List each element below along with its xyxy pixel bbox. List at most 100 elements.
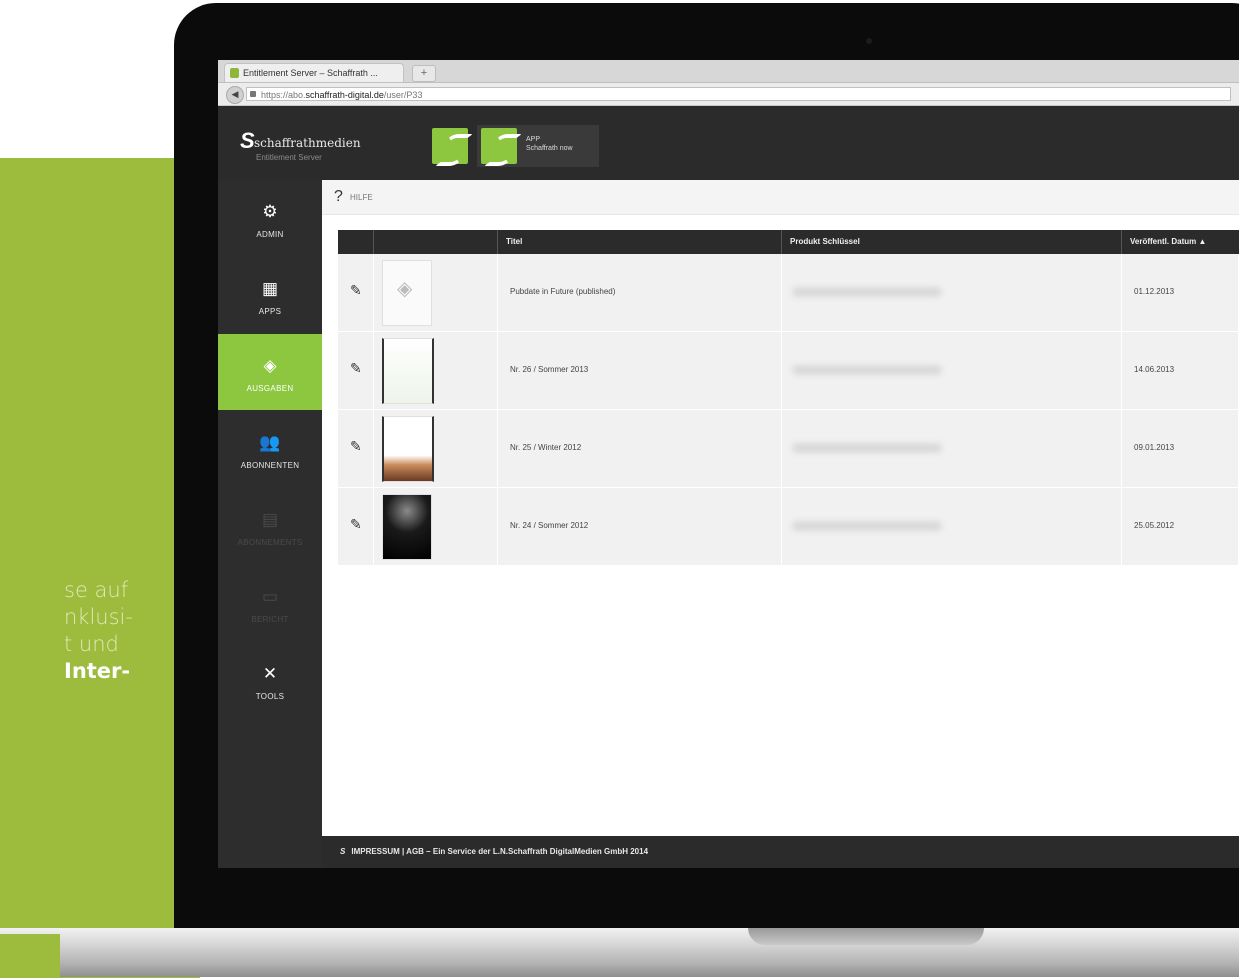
grid-icon: ▦ xyxy=(261,279,279,298)
app-icon[interactable] xyxy=(432,128,468,164)
column-header-title[interactable]: Titel xyxy=(498,230,782,254)
help-link[interactable]: HILFE xyxy=(350,193,373,202)
sidebar-item-label: TOOLS xyxy=(255,692,285,701)
sidebar-item-apps[interactable]: ▦ APPS xyxy=(218,257,322,333)
cover-thumbnail xyxy=(382,494,432,560)
report-icon: ▭ xyxy=(261,587,279,606)
promo-line-1: se auf xyxy=(64,578,129,602)
promo-line-3: t und xyxy=(64,632,119,656)
help-bar: ? HILFE xyxy=(322,180,1239,215)
date-cell: 25.05.2012 xyxy=(1122,488,1239,565)
product-key-redacted xyxy=(792,521,942,531)
back-button[interactable]: ◀ xyxy=(226,86,244,104)
logo-icon: S xyxy=(240,128,255,153)
sidebar-item-tools[interactable]: ✕ TOOLS xyxy=(218,642,322,718)
product-key-cell xyxy=(782,410,1122,487)
product-key-cell xyxy=(782,254,1122,331)
url-path: /user/P33 xyxy=(383,90,423,100)
logo-subtitle: Entitlement Server xyxy=(256,153,322,162)
promo-line-4: Inter- xyxy=(64,659,131,683)
date-cell: 01.12.2013 xyxy=(1122,254,1239,331)
table-row[interactable]: ✎ Nr. 26 / Sommer 2013 14.06.2013 xyxy=(338,332,1239,410)
footer-links[interactable]: IMPRESSUM | AGB – Ein Service der L.N.Sc… xyxy=(351,847,648,856)
issue-date: 25.05.2012 xyxy=(1134,521,1175,530)
title-cell: Nr. 24 / Sommer 2012 xyxy=(498,488,782,565)
issue-date: 01.12.2013 xyxy=(1134,287,1175,296)
product-key-redacted xyxy=(792,365,942,375)
address-input[interactable]: https://abo.schaffrath-digital.de/user/P… xyxy=(246,87,1231,101)
issue-title: Pubdate in Future (published) xyxy=(510,287,616,296)
browser-urlbar: ◀ https://abo.schaffrath-digital.de/user… xyxy=(218,83,1239,106)
sidebar-item-label: BERICHT xyxy=(251,615,289,624)
column-header-edit xyxy=(338,230,374,254)
edit-cell: ✎ xyxy=(338,254,374,331)
webcam xyxy=(866,38,872,44)
cover-cell xyxy=(374,488,498,565)
issue-date: 14.06.2013 xyxy=(1134,365,1175,374)
product-key-redacted xyxy=(792,287,942,297)
tab-title: Entitlement Server – Schaffrath ... xyxy=(243,68,378,78)
table-row[interactable]: ✎ ◈ Pubdate in Future (published) 01.12.… xyxy=(338,254,1239,332)
browser-tab[interactable]: Entitlement Server – Schaffrath ... xyxy=(224,63,404,82)
laptop-screen: Entitlement Server – Schaffrath ... + ◀ … xyxy=(218,60,1239,868)
pencil-icon[interactable]: ✎ xyxy=(350,282,362,299)
cover-placeholder: ◈ xyxy=(382,260,432,326)
new-tab-button[interactable]: + xyxy=(412,65,436,82)
url-host: schaffrath-digital.de xyxy=(305,90,384,100)
gear-icon: ⚙ xyxy=(262,202,278,221)
sidebar-item-label: AUSGABEN xyxy=(246,384,294,393)
lock-icon xyxy=(250,91,256,97)
promo-panel-bottom xyxy=(0,934,60,977)
title-cell: Pubdate in Future (published) xyxy=(498,254,782,331)
product-key-cell xyxy=(782,488,1122,565)
title-cell: Nr. 25 / Winter 2012 xyxy=(498,410,782,487)
laptop-base xyxy=(0,928,1239,977)
sidebar-item-abonnenten[interactable]: 👥 ABONNENTEN xyxy=(218,411,322,487)
app-label: APP Schaffrath now xyxy=(526,135,573,153)
footer-text: S IMPRESSUM | AGB – Ein Service der L.N.S… xyxy=(340,847,648,856)
product-key-cell xyxy=(782,332,1122,409)
layers-icon: ◈ xyxy=(263,356,277,375)
sidebar-item-label: ABONNENTEN xyxy=(240,461,300,470)
column-header-cover xyxy=(374,230,498,254)
cover-cell xyxy=(374,332,498,409)
pencil-icon[interactable]: ✎ xyxy=(350,516,362,533)
pencil-icon[interactable]: ✎ xyxy=(350,438,362,455)
help-icon[interactable]: ? xyxy=(334,188,343,206)
app-label-line-2: Schaffrath now xyxy=(526,145,573,152)
url-prefix: https://abo. xyxy=(261,90,306,100)
users-icon: 👥 xyxy=(259,433,281,452)
sidebar-item-abonnements[interactable]: ▤ ABONNEMENTS xyxy=(218,488,322,564)
date-cell: 09.01.2013 xyxy=(1122,410,1239,487)
table-row[interactable]: ✎ Nr. 24 / Sommer 2012 25.05.2012 xyxy=(338,488,1239,566)
app-label-line-1: APP xyxy=(526,136,541,143)
sidebar-item-label: APPS xyxy=(258,307,282,316)
promo-panel xyxy=(0,158,200,978)
cover-cell: ◈ xyxy=(374,254,498,331)
pencil-icon[interactable]: ✎ xyxy=(350,360,362,377)
sidebar-item-label: ADMIN xyxy=(256,230,284,239)
sidebar-item-admin[interactable]: ⚙ ADMIN xyxy=(218,180,322,256)
issue-title: Nr. 25 / Winter 2012 xyxy=(510,443,582,452)
issue-title: Nr. 24 / Sommer 2012 xyxy=(510,521,589,530)
table-header: Titel Produkt Schlüssel Veröffentl. Datu… xyxy=(338,230,1239,254)
cover-thumbnail xyxy=(382,416,434,482)
edit-cell: ✎ xyxy=(338,332,374,409)
cover-cell xyxy=(374,410,498,487)
column-header-date[interactable]: Veröffentl. Datum ▲ xyxy=(1122,230,1239,254)
column-header-product-key[interactable]: Produkt Schlüssel xyxy=(782,230,1122,254)
date-cell: 14.06.2013 xyxy=(1122,332,1239,409)
favicon-icon xyxy=(230,68,239,78)
issue-title: Nr. 26 / Sommer 2013 xyxy=(510,365,589,374)
sidebar-item-bericht[interactable]: ▭ BERICHT xyxy=(218,565,322,641)
layers-icon: ◈ xyxy=(397,278,413,300)
edit-cell: ✎ xyxy=(338,410,374,487)
sidebar-item-ausgaben[interactable]: ◈ AUSGABEN xyxy=(218,334,322,410)
table-row[interactable]: ✎ Nr. 25 / Winter 2012 09.01.2013 xyxy=(338,410,1239,488)
title-cell: Nr. 26 / Sommer 2013 xyxy=(498,332,782,409)
issue-date: 09.01.2013 xyxy=(1134,443,1175,452)
app-footer: S IMPRESSUM | AGB – Ein Service der L.N.S… xyxy=(322,836,1239,868)
app-switcher[interactable]: APP Schaffrath now xyxy=(477,125,599,167)
sidebar-item-label: ABONNEMENTS xyxy=(237,538,303,547)
tools-icon: ✕ xyxy=(262,664,278,683)
